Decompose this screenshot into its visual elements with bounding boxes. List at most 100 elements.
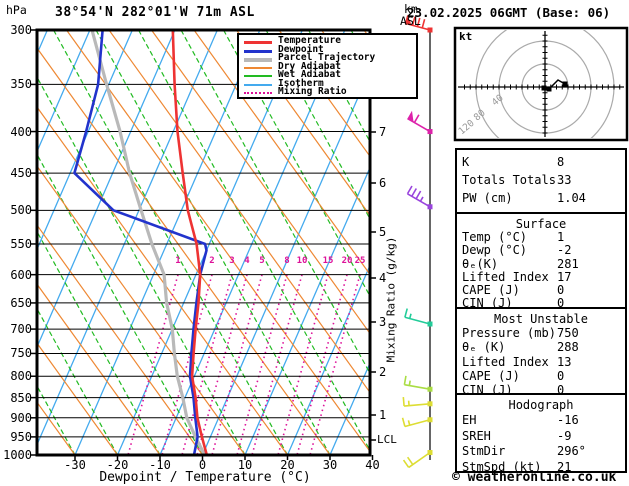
pressure-tick-label: 950 [10,429,32,444]
temp-tick-label: 30 [322,458,338,472]
stat-label: K [462,155,470,169]
hodograph-unit-label: kt [459,30,473,43]
legend-label: Mixing Ratio [278,86,347,97]
panel-surface-title: Surface [515,217,567,231]
stat-value: 1.04 [557,191,586,205]
legend-swatch-temperature [244,41,272,44]
legend-swatch-dry-adiabat [244,66,272,69]
panel-most-unstable: Most Unstable Pressure (mb) 750 θₑ (K) 288 Li… [455,307,627,397]
temp-tick-label: 0 [198,458,207,472]
stat-row: Totals Totals 33 [457,173,625,191]
stat-value: 281 [557,256,579,271]
stat-row: K8 [457,155,625,173]
stat-label: StmSpd (kt) [462,459,542,474]
temp-tick-label: -30 [64,458,86,472]
legend-swatch-wet-adiabat [244,75,272,77]
pressure-unit-label: hPa [6,3,27,17]
pressure-tick-label: 1000 [3,447,32,462]
mixing-ratio-axis-title: Mixing Ratio (g/kg) [384,236,398,363]
stat-row: Lifted Index 13 [457,355,625,369]
temp-tick-label: 40 [365,458,380,472]
mixing-ratio-label: 5 [259,256,265,266]
mixing-ratio-label: 1 [175,256,181,266]
skewt-sounding-screenshot: hPa 38°54'N 282°01'W 71m ASL 23.02.2025 … [0,0,629,486]
altitude-unit-asl-label: ASL [400,14,421,28]
km-tick-label: 7 [379,125,387,139]
stat-value: -2 [557,243,572,258]
stat-label: SREH [462,428,491,443]
km-tick-label: 2 [379,365,387,379]
stat-value: 13 [557,354,572,369]
panel-most-unstable-title: Most Unstable [494,312,588,326]
stat-label: Dewp (°C) [462,243,528,258]
km-tick-label: 3 [379,315,387,329]
temp-axis-title: Dewpoint / Temperature (°C) [99,470,311,485]
stat-row: SREH -9 [457,429,625,444]
legend-swatch-mixing-ratio [244,92,272,94]
stat-row: Temp (°C) 1 [457,230,625,245]
mixing-ratio-label: 15 [322,256,334,266]
stat-row: PW (cm) 1.04 [457,191,625,209]
stat-row: θₑ (K) 288 [457,340,625,354]
stat-value: 0 [557,368,565,383]
stat-label: Lifted Index [462,269,549,284]
pressure-tick-label: 800 [10,369,32,384]
stat-label: Pressure (mb) [462,326,556,341]
stat-value: 21 [557,459,572,474]
temp-tick-label: -20 [106,458,129,472]
legend-swatch-dewpoint [244,49,272,53]
stat-row: Dewp (°C) -2 [457,243,625,258]
datetime-label: 23.02.2025 06GMT (Base: 06) [407,5,611,20]
stat-value: 288 [557,340,579,355]
stat-row: EH -16 [457,413,625,428]
stat-label: PW (cm) [462,191,513,205]
pressure-tick-label: 450 [10,166,32,181]
stat-label: Totals Totals [462,173,556,187]
stat-label: CAPE (J) [462,282,520,297]
pressure-tick-label: 850 [10,390,32,405]
pressure-tick-label: 400 [10,124,32,139]
legend-swatch-isotherm [244,83,272,86]
pressure-tick-label: 300 [10,23,32,37]
temp-tick-label: 10 [237,458,253,472]
stat-value: 296° [557,444,586,459]
stat-label: θₑ (K) [462,340,506,355]
stat-label: θₑ(K) [462,256,499,271]
km-tick-label: 6 [379,176,387,190]
stat-row: θₑ(K) 281 [457,256,625,271]
km-tick-label: 1 [379,408,387,422]
stat-value: -9 [557,428,572,443]
stat-value: 17 [557,269,572,284]
pressure-tick-label: 500 [10,203,32,218]
km-tick-label: 5 [379,225,387,239]
stat-label: StmDir [462,444,506,459]
legend-swatch-parcel-trajectory [244,58,272,62]
pressure-tick-label: 900 [10,410,32,425]
mixing-ratio-label: 10 [296,256,308,266]
legend-box: Temperature Dewpoint Parcel Trajectory Dry … [237,33,418,99]
panel-surface: Surface Temp (°C) 1 Dewp (°C) -2 θₑ(K) 281 Lift… [455,212,627,310]
pressure-tick-label: 700 [10,322,32,337]
stat-value: 8 [557,155,565,169]
pressure-tick-label: 350 [10,77,32,92]
mixing-ratio-label: 25 [354,256,366,266]
km-tick-label: 4 [379,271,387,285]
station-title: 38°54'N 282°01'W 71m ASL [55,5,255,20]
lcl-label: LCL [377,433,397,446]
mixing-ratio-label: 2 [209,256,215,266]
temp-tick-label: -10 [149,458,171,472]
stat-row: CAPE (J) 0 [457,369,625,383]
stat-row: StmDir 296° [457,444,625,459]
panel-hodograph-title: Hodograph [508,398,574,412]
temp-tick-label: 20 [280,458,295,472]
stat-value: 33 [557,173,572,187]
legend-item: Mixing Ratio [239,86,416,98]
stat-label: CAPE (J) [462,368,520,383]
pressure-tick-label: 650 [10,295,32,310]
stat-value: 1 [557,230,565,245]
pressure-tick-label: 550 [10,236,32,251]
stat-row: Lifted Index 17 [457,269,625,284]
stat-label: Lifted Index [462,354,549,369]
stat-row: StmSpd (kt) 21 [457,460,625,475]
panel-hodograph: Hodograph EH -16 SREH -9 StmDir 296° StmSpd (kt… [455,393,627,475]
